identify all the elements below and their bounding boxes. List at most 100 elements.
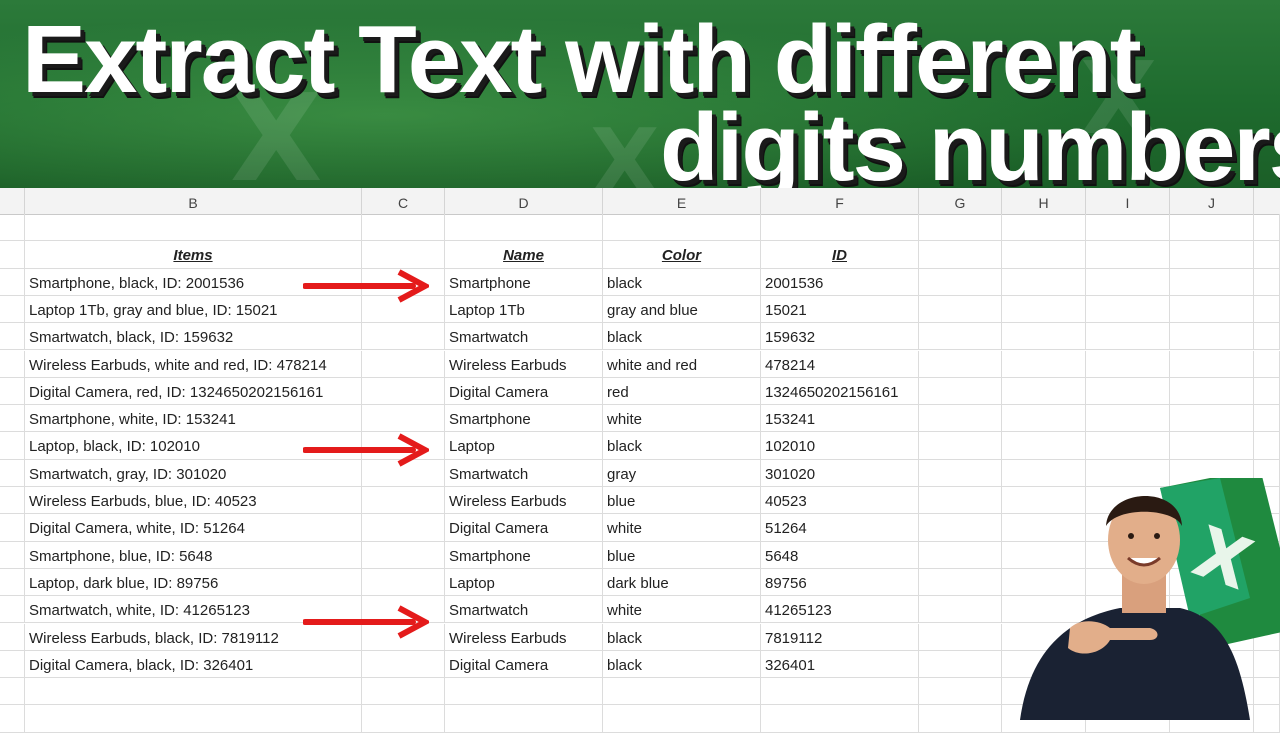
cell[interactable] (0, 678, 25, 706)
cell[interactable] (1086, 350, 1170, 378)
item-cell[interactable]: Digital Camera, red, ID: 132465020215616… (25, 377, 362, 406)
id-cell[interactable]: 51264 (761, 514, 919, 542)
cell[interactable] (1254, 268, 1280, 296)
cell[interactable] (362, 405, 445, 433)
header-cell[interactable]: Name (445, 241, 603, 269)
id-cell[interactable]: 478214 (761, 350, 919, 378)
cell[interactable] (1002, 350, 1086, 378)
color-cell[interactable]: white (603, 405, 761, 433)
cell[interactable] (1086, 377, 1170, 406)
cell[interactable] (0, 377, 25, 406)
cell[interactable] (919, 650, 1002, 679)
cell[interactable] (0, 568, 25, 597)
color-cell[interactable]: white (603, 514, 761, 542)
cell[interactable] (603, 214, 761, 242)
name-cell[interactable]: Digital Camera (445, 377, 603, 406)
cell[interactable] (919, 377, 1002, 406)
cell[interactable] (761, 678, 919, 706)
cell[interactable] (1002, 241, 1086, 269)
name-cell[interactable]: Smartwatch (445, 596, 603, 624)
cell[interactable] (1170, 295, 1254, 324)
cell[interactable] (0, 596, 25, 624)
column-header-g[interactable]: G (919, 188, 1002, 214)
cell[interactable] (0, 459, 25, 487)
cell[interactable] (919, 214, 1002, 242)
cell[interactable] (0, 432, 25, 460)
cell[interactable] (919, 405, 1002, 433)
name-cell[interactable]: Laptop (445, 432, 603, 460)
cell[interactable] (0, 268, 25, 296)
column-header-e[interactable]: E (603, 188, 761, 214)
cell[interactable] (25, 678, 362, 706)
cell[interactable] (919, 678, 1002, 706)
cell[interactable] (919, 432, 1002, 460)
cell[interactable] (919, 623, 1002, 651)
cell[interactable] (1170, 405, 1254, 433)
cell[interactable] (1002, 377, 1086, 406)
item-cell[interactable]: Smartphone, blue, ID: 5648 (25, 541, 362, 569)
column-header-d[interactable]: D (445, 188, 603, 214)
cell[interactable] (919, 350, 1002, 378)
name-cell[interactable]: Smartphone (445, 268, 603, 296)
name-cell[interactable]: Digital Camera (445, 650, 603, 679)
color-cell[interactable]: blue (603, 541, 761, 569)
cell[interactable] (761, 214, 919, 242)
header-cell[interactable]: ID (761, 241, 919, 269)
cell[interactable] (1170, 432, 1254, 460)
color-cell[interactable]: red (603, 377, 761, 406)
cell[interactable] (919, 596, 1002, 624)
item-cell[interactable]: Laptop, dark blue, ID: 89756 (25, 568, 362, 597)
id-cell[interactable]: 41265123 (761, 596, 919, 624)
cell[interactable] (362, 241, 445, 269)
cell[interactable] (1002, 432, 1086, 460)
cell[interactable] (919, 487, 1002, 515)
cell[interactable] (362, 705, 445, 733)
name-cell[interactable]: Smartphone (445, 541, 603, 569)
id-cell[interactable]: 153241 (761, 405, 919, 433)
color-cell[interactable]: white (603, 596, 761, 624)
cell[interactable] (362, 568, 445, 597)
cell[interactable] (1170, 241, 1254, 269)
cell[interactable] (362, 650, 445, 679)
cell[interactable] (1254, 295, 1280, 324)
cell[interactable] (919, 568, 1002, 597)
cell[interactable] (1086, 405, 1170, 433)
cell[interactable] (1086, 241, 1170, 269)
cell[interactable] (1170, 350, 1254, 378)
cell[interactable] (603, 678, 761, 706)
cell[interactable] (1002, 295, 1086, 324)
cell[interactable] (0, 541, 25, 569)
cell[interactable] (362, 323, 445, 351)
color-cell[interactable]: gray and blue (603, 295, 761, 324)
color-cell[interactable]: dark blue (603, 568, 761, 597)
cell[interactable] (1254, 405, 1280, 433)
cell[interactable] (919, 268, 1002, 296)
cell[interactable] (362, 541, 445, 569)
cell[interactable] (0, 350, 25, 378)
cell[interactable] (1002, 405, 1086, 433)
cell[interactable] (1086, 214, 1170, 242)
cell[interactable] (1170, 214, 1254, 242)
cell[interactable] (362, 678, 445, 706)
cell[interactable] (1254, 432, 1280, 460)
cell[interactable] (919, 514, 1002, 542)
id-cell[interactable]: 40523 (761, 487, 919, 515)
column-header-i[interactable]: I (1086, 188, 1170, 214)
name-cell[interactable]: Smartphone (445, 405, 603, 433)
item-cell[interactable]: Digital Camera, white, ID: 51264 (25, 514, 362, 542)
cell[interactable] (0, 241, 25, 269)
cell[interactable] (0, 650, 25, 679)
cell[interactable] (25, 214, 362, 242)
cell[interactable] (0, 487, 25, 515)
cell[interactable] (0, 405, 25, 433)
cell[interactable] (1254, 350, 1280, 378)
color-cell[interactable]: blue (603, 487, 761, 515)
cell[interactable] (1086, 432, 1170, 460)
cell[interactable] (0, 295, 25, 324)
cell[interactable] (1254, 241, 1280, 269)
item-cell[interactable]: Digital Camera, black, ID: 326401 (25, 650, 362, 679)
header-cell[interactable]: Items (25, 241, 362, 269)
cell[interactable] (362, 514, 445, 542)
cell[interactable] (919, 705, 1002, 733)
id-cell[interactable]: 301020 (761, 459, 919, 487)
